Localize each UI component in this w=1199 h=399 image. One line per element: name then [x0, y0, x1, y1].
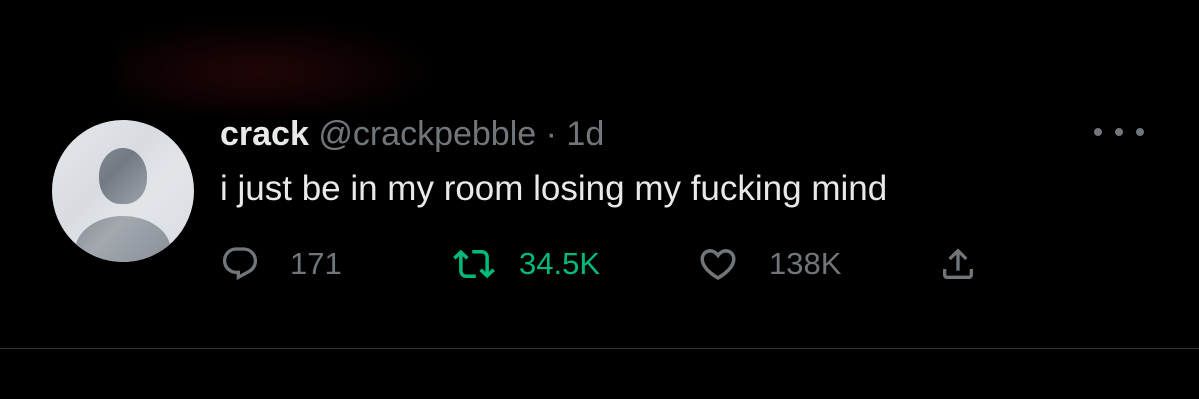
- heart-icon: [697, 243, 739, 285]
- tweet-page: crack @crackpebble · 1d i just be in my …: [0, 0, 1199, 399]
- more-icon[interactable]: [1094, 120, 1144, 144]
- tweet-actions: 171 34.5K 138K: [220, 238, 1040, 290]
- more-dot: [1115, 128, 1123, 136]
- reply-icon: [220, 244, 260, 284]
- retweet-button[interactable]: 34.5K: [453, 238, 600, 290]
- user-handle[interactable]: @crackpebble: [318, 115, 536, 153]
- avatar-plastic-overlay: [52, 120, 194, 262]
- cropped-content-remnant: [118, 22, 428, 112]
- tweet-text: i just be in my room losing my fucking m…: [220, 169, 888, 208]
- share-button[interactable]: [938, 238, 978, 290]
- reply-count: 171: [290, 246, 342, 281]
- retweet-icon: [453, 243, 495, 285]
- reply-button[interactable]: 171: [220, 238, 342, 290]
- divider: [0, 348, 1199, 349]
- retweet-count: 34.5K: [519, 246, 601, 281]
- like-count: 138K: [769, 246, 842, 281]
- header-separator: ·: [545, 115, 557, 153]
- tweet-header: crack @crackpebble · 1d: [220, 112, 604, 156]
- avatar[interactable]: [52, 120, 194, 262]
- more-dot: [1094, 128, 1102, 136]
- display-name[interactable]: crack: [220, 115, 309, 153]
- like-button[interactable]: 138K: [697, 238, 841, 290]
- more-dot: [1136, 128, 1144, 136]
- tweet-timestamp[interactable]: 1d: [566, 115, 604, 153]
- share-icon: [938, 244, 978, 284]
